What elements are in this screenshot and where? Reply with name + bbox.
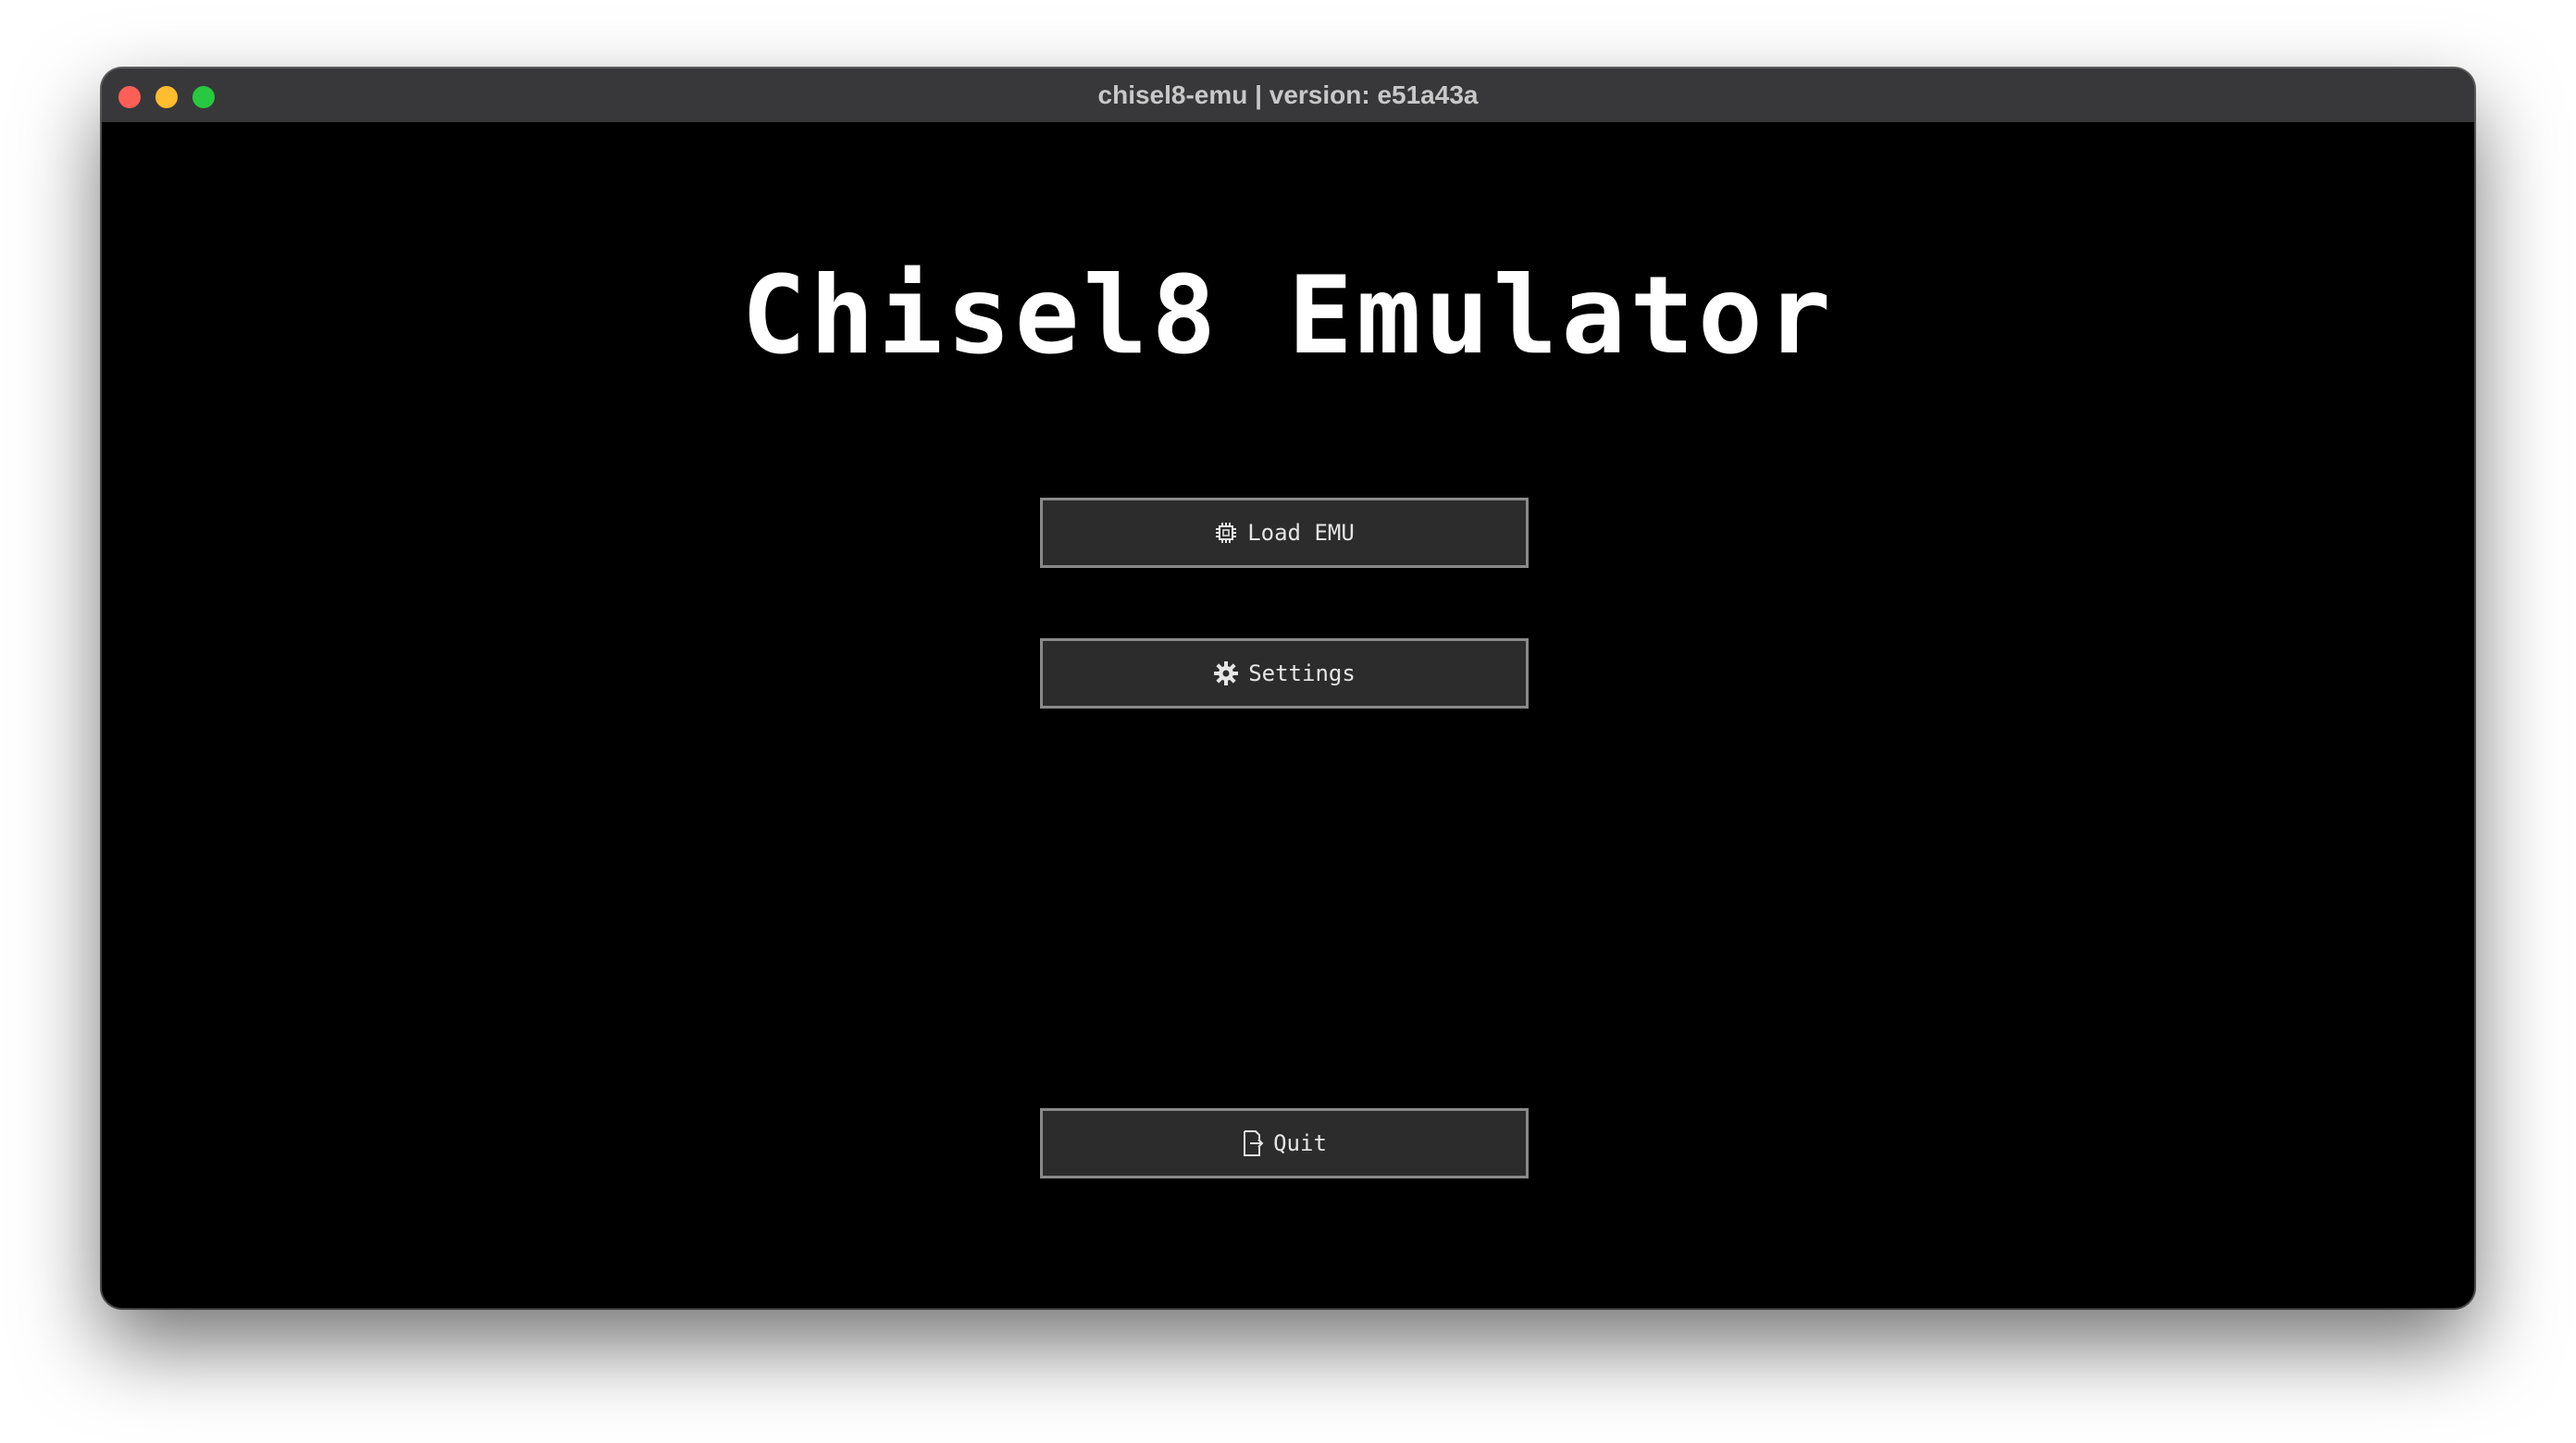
title-bar[interactable]: chisel8-emu | version: e51a43a [102, 68, 2474, 123]
exit-door-icon [1242, 1129, 1264, 1157]
chip-icon [1214, 521, 1238, 545]
load-emu-label: Load EMU [1247, 520, 1355, 546]
main-menu: Chisel8 Emulator Load EMU Settings Quit [102, 122, 2474, 1308]
quit-label: Quit [1273, 1130, 1327, 1156]
window-title: chisel8-emu | version: e51a43a [1097, 80, 1479, 109]
settings-label: Settings [1248, 660, 1356, 686]
quit-button[interactable]: Quit [1040, 1108, 1529, 1178]
load-emu-button[interactable]: Load EMU [1040, 498, 1529, 568]
app-window: chisel8-emu | version: e51a43a Chisel8 E… [102, 68, 2474, 1308]
settings-button[interactable]: Settings [1040, 638, 1529, 709]
gear-icon [1213, 660, 1239, 686]
app-title: Chisel8 Emulator [741, 253, 1835, 378]
